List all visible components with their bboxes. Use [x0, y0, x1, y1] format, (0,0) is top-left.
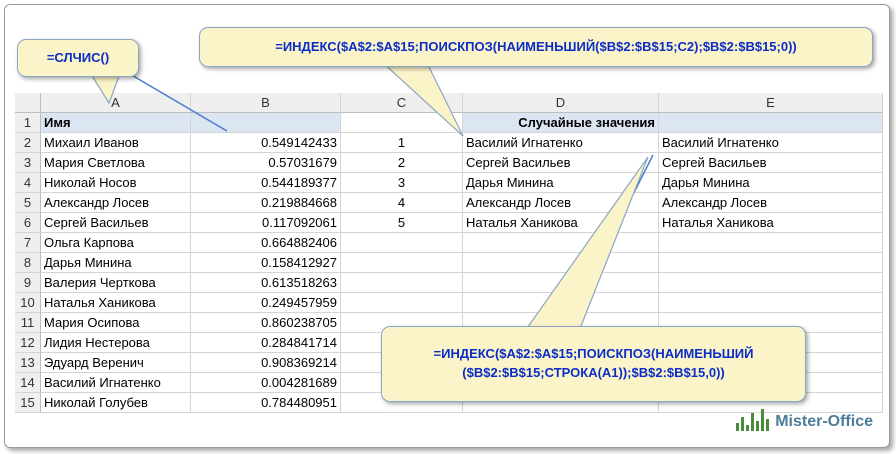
callout-formula-d-text: =ИНДЕКС($A$2:$A$15;ПОИСКПОЗ(НАИМЕНЬШИЙ($… [275, 39, 797, 54]
bar-chart-icon [736, 409, 770, 431]
callout-rand-text: =СЛЧИС() [46, 50, 110, 65]
callout-rand-formula: =СЛЧИС() [17, 39, 139, 77]
screenshot-frame: A B C D E 1 Имя Случайные значения 2 Миха… [4, 4, 890, 448]
pointer-tail-formula-e [523, 156, 649, 332]
pointer-line-rand [122, 69, 228, 132]
watermark-logo: Mister-Office [736, 409, 873, 431]
callout-formula-e-line1: =ИНДЕКС($A$2:$A$15;ПОИСКПОЗ(НАИМЕНЬШИЙ [433, 346, 754, 361]
callout-formula-column-e: =ИНДЕКС($A$2:$A$15;ПОИСКПОЗ(НАИМЕНЬШИЙ (… [381, 326, 806, 402]
callout-formula-column-d: =ИНДЕКС($A$2:$A$15;ПОИСКПОЗ(НАИМЕНЬШИЙ($… [199, 27, 873, 67]
callout-formula-e-line2: ($B$2:$B$15;СТРОКА(A1));$B$2:$B$15,0)) [462, 365, 725, 380]
pointer-tail-formula-d [381, 62, 464, 137]
logo-text: Mister-Office [775, 413, 873, 430]
